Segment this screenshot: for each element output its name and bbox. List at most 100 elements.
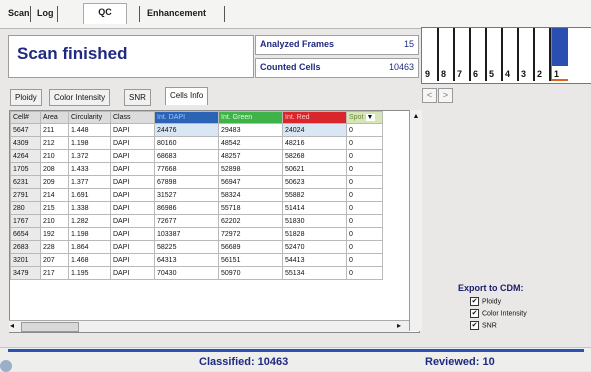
cell-int-dapi[interactable]: 31527 bbox=[154, 188, 219, 202]
scroll-left-icon[interactable]: ◂ bbox=[10, 321, 14, 330]
table-row[interactable]: 3201 207 1.468 DAPI 64313 56151 54413 0 bbox=[10, 253, 383, 267]
cell-cell[interactable]: 2683 bbox=[10, 240, 41, 254]
cell-spot[interactable]: 0 bbox=[346, 123, 383, 137]
cell-class[interactable]: DAPI bbox=[110, 240, 155, 254]
cell-spot[interactable]: 0 bbox=[346, 214, 383, 228]
cell-spot[interactable]: 0 bbox=[346, 136, 383, 150]
col-header-int-green[interactable]: Int. Green bbox=[218, 111, 283, 124]
table-row[interactable]: 1767 210 1.282 DAPI 72677 62202 51830 0 bbox=[10, 214, 383, 228]
cell-cell[interactable]: 280 bbox=[10, 201, 41, 215]
cell-int-red[interactable]: 51828 bbox=[282, 227, 347, 241]
cell-area[interactable]: 228 bbox=[40, 240, 69, 254]
export-color-intensity-option[interactable]: ✔ Color Intensity bbox=[470, 309, 527, 318]
slot-9[interactable]: 9 bbox=[423, 28, 439, 81]
slot-2[interactable]: 2 bbox=[535, 28, 551, 81]
cell-int-green[interactable]: 62202 bbox=[218, 214, 283, 228]
slot-6[interactable]: 6 bbox=[471, 28, 487, 81]
cell-cell[interactable]: 3201 bbox=[10, 253, 41, 267]
cell-area[interactable]: 210 bbox=[40, 149, 69, 163]
cell-circularity[interactable]: 1.864 bbox=[68, 240, 111, 254]
cell-class[interactable]: DAPI bbox=[110, 123, 155, 137]
cell-int-red[interactable]: 55134 bbox=[282, 266, 347, 280]
cell-class[interactable]: DAPI bbox=[110, 175, 155, 189]
cell-circularity[interactable]: 1.198 bbox=[68, 136, 111, 150]
cell-int-green[interactable]: 48542 bbox=[218, 136, 283, 150]
cell-int-green[interactable]: 56689 bbox=[218, 240, 283, 254]
cell-int-red[interactable]: 55882 bbox=[282, 188, 347, 202]
cell-class[interactable]: DAPI bbox=[110, 162, 155, 176]
cell-class[interactable]: DAPI bbox=[110, 201, 155, 215]
tab-enhancement[interactable]: Enhancement bbox=[143, 5, 210, 22]
cell-int-red[interactable]: 51830 bbox=[282, 214, 347, 228]
cell-circularity[interactable]: 1.468 bbox=[68, 253, 111, 267]
cell-int-green[interactable]: 72972 bbox=[218, 227, 283, 241]
cell-int-red[interactable]: 50623 bbox=[282, 175, 347, 189]
cell-area[interactable]: 210 bbox=[40, 214, 69, 228]
cell-int-green[interactable]: 29483 bbox=[218, 123, 283, 137]
cell-int-red[interactable]: 54413 bbox=[282, 253, 347, 267]
cell-class[interactable]: DAPI bbox=[110, 266, 155, 280]
cell-int-dapi[interactable]: 67898 bbox=[154, 175, 219, 189]
tab-log[interactable]: Log bbox=[33, 5, 58, 22]
cell-int-red[interactable]: 50621 bbox=[282, 162, 347, 176]
col-header-spot[interactable]: Spot # bbox=[346, 111, 383, 124]
table-row[interactable]: 2791 214 1.691 DAPI 31527 58324 55882 0 bbox=[10, 188, 383, 202]
cell-area[interactable]: 212 bbox=[40, 136, 69, 150]
cell-circularity[interactable]: 1.433 bbox=[68, 162, 111, 176]
cell-int-green[interactable]: 56947 bbox=[218, 175, 283, 189]
cell-circularity[interactable]: 1.448 bbox=[68, 123, 111, 137]
cell-int-red[interactable]: 24024 bbox=[282, 123, 347, 137]
col-header-area[interactable]: Area bbox=[40, 111, 69, 124]
cell-area[interactable]: 211 bbox=[40, 123, 69, 137]
table-row[interactable]: 5647 211 1.448 DAPI 24476 29483 24024 0 bbox=[10, 123, 383, 137]
cell-spot[interactable]: 0 bbox=[346, 162, 383, 176]
cell-int-green[interactable]: 52898 bbox=[218, 162, 283, 176]
export-ploidy-option[interactable]: ✔ Ploidy bbox=[470, 297, 501, 306]
cell-int-green[interactable]: 55718 bbox=[218, 201, 283, 215]
cell-spot[interactable]: 0 bbox=[346, 188, 383, 202]
table-row[interactable]: 4309 212 1.198 DAPI 80160 48542 48216 0 bbox=[10, 136, 383, 150]
cell-spot[interactable]: 0 bbox=[346, 149, 383, 163]
cell-circularity[interactable]: 1.198 bbox=[68, 227, 111, 241]
cell-area[interactable]: 217 bbox=[40, 266, 69, 280]
cell-int-red[interactable]: 48216 bbox=[282, 136, 347, 150]
cell-area[interactable]: 209 bbox=[40, 175, 69, 189]
cell-cell[interactable]: 6231 bbox=[10, 175, 41, 189]
cell-int-dapi[interactable]: 24476 bbox=[154, 123, 219, 137]
cell-int-dapi[interactable]: 86986 bbox=[154, 201, 219, 215]
table-row[interactable]: 280 215 1.338 DAPI 86986 55718 51414 0 bbox=[10, 201, 383, 215]
cell-class[interactable]: DAPI bbox=[110, 253, 155, 267]
table-row[interactable]: 1705 208 1.433 DAPI 77668 52898 50621 0 bbox=[10, 162, 383, 176]
cell-spot[interactable]: 0 bbox=[346, 253, 383, 267]
cell-spot[interactable]: 0 bbox=[346, 175, 383, 189]
cell-int-green[interactable]: 58324 bbox=[218, 188, 283, 202]
cell-cell[interactable]: 1767 bbox=[10, 214, 41, 228]
cell-area[interactable]: 214 bbox=[40, 188, 69, 202]
cell-cell[interactable]: 3479 bbox=[10, 266, 41, 280]
cell-cell[interactable]: 6654 bbox=[10, 227, 41, 241]
cell-int-dapi[interactable]: 68683 bbox=[154, 149, 219, 163]
cell-cell[interactable]: 2791 bbox=[10, 188, 41, 202]
cell-class[interactable]: DAPI bbox=[110, 227, 155, 241]
next-slot-button[interactable]: > bbox=[438, 88, 453, 103]
horizontal-scroll-thumb[interactable] bbox=[21, 322, 79, 332]
table-row[interactable]: 2683 228 1.864 DAPI 58225 56689 52470 0 bbox=[10, 240, 383, 254]
cell-cell[interactable]: 1705 bbox=[10, 162, 41, 176]
cell-spot[interactable]: 0 bbox=[346, 227, 383, 241]
cell-int-green[interactable]: 50970 bbox=[218, 266, 283, 280]
export-snr-checkbox[interactable]: ✔ bbox=[470, 321, 479, 330]
slot-7[interactable]: 7 bbox=[455, 28, 471, 81]
cell-cell[interactable]: 4264 bbox=[10, 149, 41, 163]
col-header-int-red[interactable]: Int. Red ▼ bbox=[282, 111, 375, 124]
subtab-color-intensity[interactable]: Color Intensity bbox=[49, 89, 111, 106]
cell-int-dapi[interactable]: 70430 bbox=[154, 266, 219, 280]
cell-cell[interactable]: 5647 bbox=[10, 123, 41, 137]
cell-int-dapi[interactable]: 103387 bbox=[154, 227, 219, 241]
cell-class[interactable]: DAPI bbox=[110, 188, 155, 202]
cell-area[interactable]: 192 bbox=[40, 227, 69, 241]
cell-int-dapi[interactable]: 58225 bbox=[154, 240, 219, 254]
table-row[interactable]: 4264 210 1.372 DAPI 68683 48257 58268 0 bbox=[10, 149, 383, 163]
cell-cell[interactable]: 4309 bbox=[10, 136, 41, 150]
table-row[interactable]: 6231 209 1.377 DAPI 67898 56947 50623 0 bbox=[10, 175, 383, 189]
slot-4[interactable]: 4 bbox=[503, 28, 519, 81]
